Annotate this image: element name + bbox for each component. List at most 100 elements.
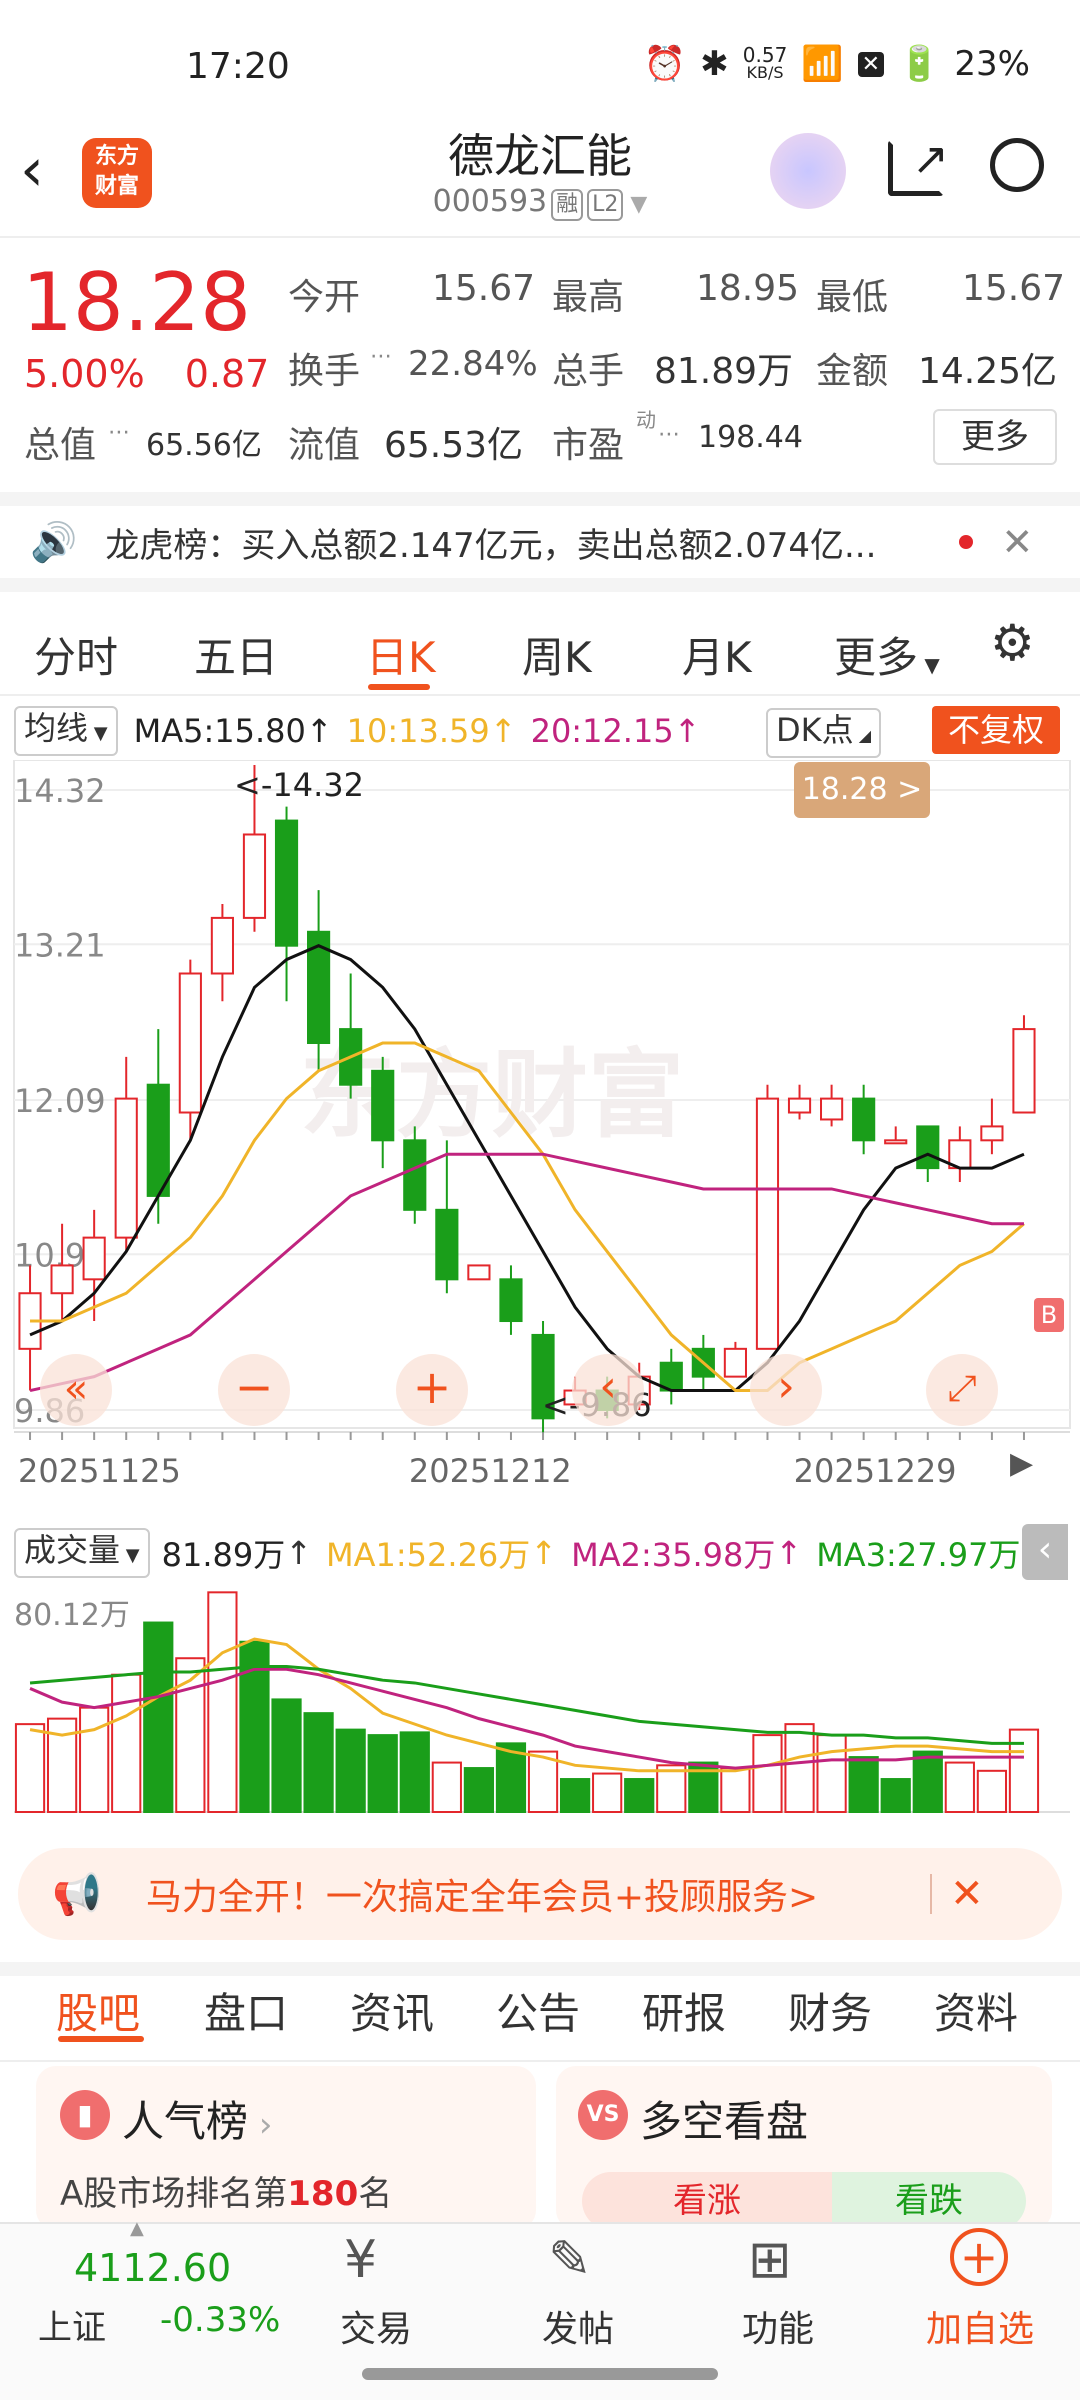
candle-body — [884, 1139, 908, 1145]
volume-y-max: 80.12万 — [14, 1598, 130, 1633]
zoom-in-icon[interactable]: + — [396, 1354, 468, 1426]
current-price-tag[interactable]: 18.28 > — [794, 762, 930, 818]
tab-timeshare[interactable]: 分时 — [34, 624, 118, 685]
tab-finance[interactable]: 财务 — [788, 1980, 872, 2041]
volume-bar — [111, 1673, 142, 1813]
candle-body — [755, 1097, 780, 1350]
rank-suffix: 名 — [358, 2174, 393, 2214]
candle-body — [274, 819, 299, 947]
active-tab-indicator — [368, 684, 430, 690]
volume-bar — [335, 1728, 366, 1813]
tab-profile[interactable]: 资料 — [934, 1980, 1018, 2041]
tab-announcements[interactable]: 公告 — [496, 1980, 580, 2041]
prev-icon[interactable]: ‹ — [572, 1354, 644, 1426]
alarm-icon: ⏰ — [643, 44, 687, 84]
info-icon[interactable]: ⋯ — [658, 422, 680, 447]
tab-five-day[interactable]: 五日 — [194, 624, 278, 685]
nav-functions[interactable]: 功能 — [718, 2300, 838, 2352]
index-value[interactable]: 4112.60 — [74, 2246, 231, 2290]
nav-trade[interactable]: 交易 — [316, 2300, 436, 2352]
volume-bar — [271, 1698, 302, 1813]
play-icon[interactable]: ▶ — [1010, 1446, 1033, 1481]
volume-bar — [463, 1767, 495, 1813]
search-icon[interactable] — [990, 138, 1044, 192]
volume-bar — [143, 1621, 174, 1814]
volume-bar — [207, 1591, 238, 1814]
notice-text: 龙虎榜：买入总额2.147亿元，卖出总额2.074亿... — [105, 525, 877, 566]
scroll-left-icon[interactable]: « — [40, 1354, 112, 1426]
tab-daily-k[interactable]: 日K — [366, 624, 436, 685]
nav-post[interactable]: 发帖 — [518, 2300, 638, 2352]
promo-banner[interactable]: 📢 马力全开！一次搞定全年会员+投顾服务> ✕ — [18, 1848, 1062, 1940]
volume-chart[interactable] — [0, 1580, 1080, 1820]
kline-chart[interactable]: 14.3213.2112.0910.989.862025112520251212… — [0, 760, 1080, 1520]
volume-bar — [624, 1778, 655, 1813]
notice-bar[interactable]: 🔊 龙虎榜：买入总额2.147亿元，卖出总额2.074亿... ✕ — [0, 492, 1080, 592]
index-name[interactable]: 上证 — [38, 2300, 106, 2349]
x-date-label: 20251212 — [409, 1452, 572, 1490]
volume-bar — [944, 1761, 975, 1814]
info-icon[interactable]: ⋯ — [108, 420, 130, 445]
post-icon[interactable]: ✎ — [548, 2230, 592, 2290]
adjust-button[interactable]: 不复权 — [932, 706, 1060, 754]
tab-orderbook[interactable]: 盘口 — [204, 1980, 288, 2041]
tab-weekly-k[interactable]: 周K — [522, 624, 592, 685]
tab-more[interactable]: 更多 ▼ — [834, 624, 940, 685]
volume-bar — [559, 1778, 591, 1813]
volume-value: 81.89万 — [161, 1536, 286, 1574]
tab-monthly-k[interactable]: 月K — [682, 624, 752, 685]
candle-body — [178, 972, 202, 1114]
net-speed: 0.57 KB/S — [743, 45, 788, 81]
tab-news[interactable]: 资讯 — [350, 1980, 434, 2041]
candle-body — [499, 1278, 523, 1323]
candle-body — [371, 1069, 395, 1142]
close-icon[interactable]: ✕ — [950, 1871, 984, 1917]
nav-add-watchlist[interactable]: 加自选 — [920, 2300, 1040, 2352]
buy-marker[interactable]: B — [1034, 1298, 1064, 1332]
turnover-value: 22.84% — [408, 344, 538, 384]
high-label: 最高 — [552, 277, 625, 318]
wifi-icon: 📶 — [801, 44, 844, 84]
vol-ma1-legend: MA1:52.26万 — [326, 1536, 531, 1574]
divider — [930, 1874, 933, 1914]
rank-prefix: A股市场排名第 — [60, 2174, 288, 2214]
trade-icon[interactable]: ¥ — [344, 2230, 377, 2290]
volume-bar — [816, 1734, 847, 1813]
popular-title: 人气榜 › — [122, 2088, 272, 2149]
close-icon[interactable]: ✕ — [1001, 520, 1033, 564]
volume-select[interactable]: 成交量 ▼ — [14, 1528, 150, 1578]
tab-forum[interactable]: 股吧 — [56, 1980, 140, 2041]
up-arrow-icon: ↑ — [775, 1534, 803, 1572]
more-quote-button[interactable]: 更多 — [933, 409, 1057, 465]
candle-body — [852, 1097, 876, 1142]
assistant-avatar[interactable] — [770, 133, 846, 209]
up-arrow-icon: ↑ — [530, 1534, 558, 1572]
home-indicator[interactable] — [362, 2368, 718, 2380]
fullscreen-icon[interactable]: ⤢ — [926, 1354, 998, 1426]
popularity-card[interactable]: ▮ 人气榜 › A股市场排名第180名 — [36, 2066, 536, 2230]
collapse-icon[interactable]: ‹ — [1022, 1524, 1068, 1580]
ma-select[interactable]: 均线 ▼ — [14, 706, 118, 756]
add-watchlist-icon[interactable]: + — [950, 2228, 1008, 2286]
up-arrow-icon: ↑ — [489, 712, 517, 750]
zoom-out-icon[interactable]: − — [218, 1354, 290, 1426]
info-icon[interactable]: ⋯ — [370, 344, 392, 369]
dk-point-select[interactable]: DK点 ◢ — [766, 708, 882, 758]
high-note: <-14.32 — [234, 766, 364, 804]
promo-text: 马力全开！一次搞定全年会员+投顾服务> — [145, 1877, 819, 1918]
volume-bar — [912, 1750, 943, 1813]
speaker-icon: 🔊 — [30, 519, 78, 564]
volume-label: 总手 — [552, 351, 625, 392]
kline-legend: 均线 ▼ MA5:15.80 ↑ 10:13.59 ↑ 20:12.15 ↑ — [14, 706, 701, 756]
y-tick-label: 12.09 — [14, 1082, 106, 1120]
tab-research[interactable]: 研报 — [642, 1980, 726, 2041]
settings-gear-icon[interactable]: ⚙ — [990, 614, 1035, 672]
index-change[interactable]: -0.33% — [160, 2300, 280, 2340]
long-short-card[interactable]: VS 多空看盘 看涨 看跌 — [556, 2066, 1052, 2230]
vol-ma2-legend: MA2:35.98万 — [571, 1536, 776, 1574]
low-label: 最低 — [816, 277, 889, 318]
functions-icon[interactable]: ⊞ — [748, 2230, 792, 2290]
stock-code: 000593 — [432, 184, 548, 219]
vol-ma3-legend: MA3:27.97万 — [816, 1536, 1021, 1574]
next-icon[interactable]: › — [750, 1354, 822, 1426]
